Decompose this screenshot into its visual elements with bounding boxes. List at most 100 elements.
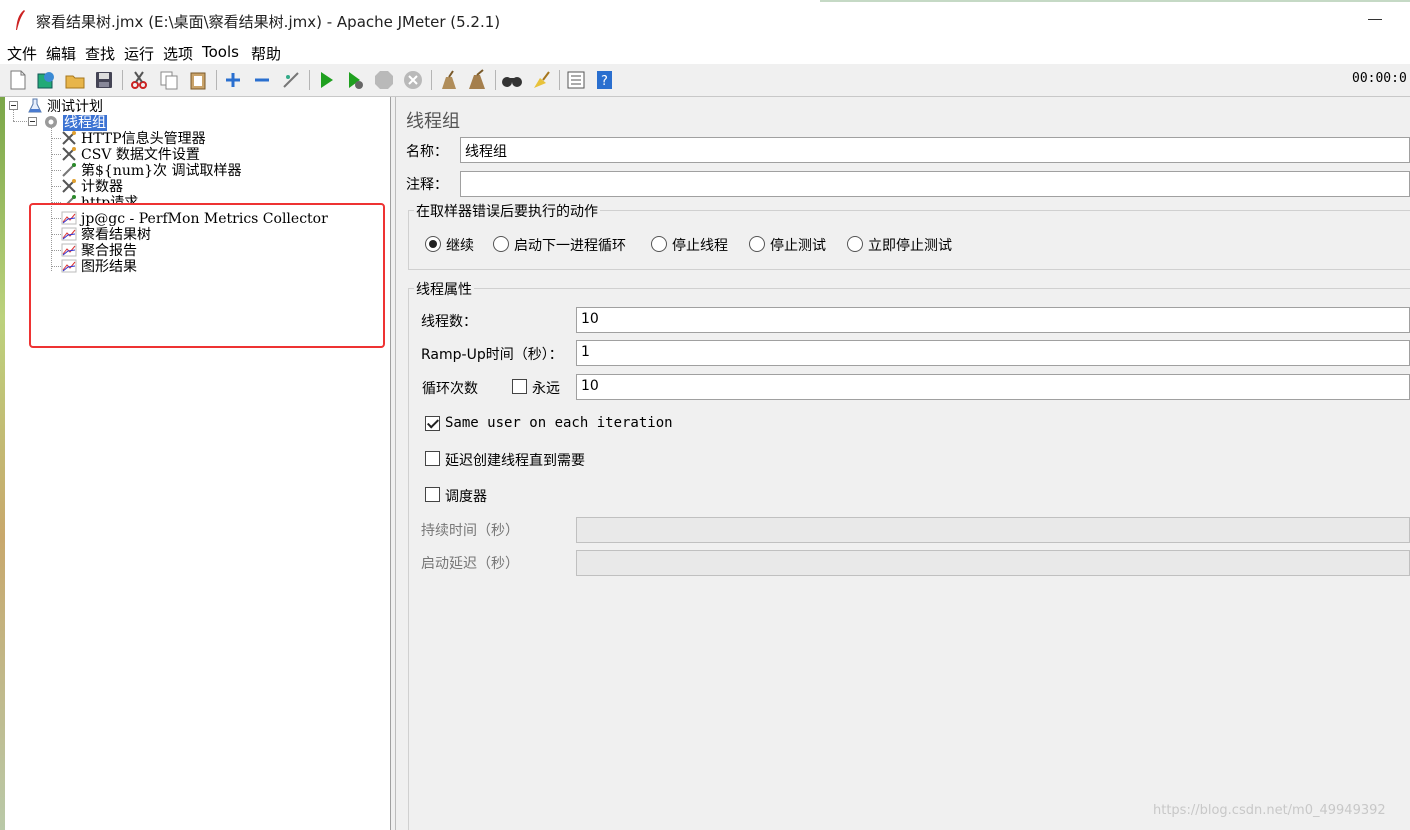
tree-node-thread-group[interactable]: 线程组 — [43, 114, 107, 131]
clear-all-icon[interactable] — [466, 69, 488, 91]
comment-label: 注释： — [406, 177, 448, 193]
gear-icon — [43, 114, 59, 130]
thread-properties-title: 线程属性 — [414, 279, 474, 299]
radio-stop-test[interactable] — [749, 236, 765, 252]
duration-label: 持续时间（秒） — [421, 523, 519, 539]
broom-icon[interactable] — [530, 69, 552, 91]
tree-node-test-plan[interactable]: 测试计划 — [27, 98, 103, 115]
radio-start-next-loop-label: 启动下一进程循环 — [514, 238, 626, 254]
menu-options[interactable]: 选项 — [163, 43, 193, 64]
collapse-root-toggle[interactable] — [9, 101, 18, 110]
menu-search[interactable]: 查找 — [85, 43, 115, 64]
same-user-checkbox[interactable] — [425, 416, 440, 431]
pipette-icon — [61, 162, 77, 178]
sampler-error-title: 在取样器错误后要执行的动作 — [414, 201, 600, 221]
title-bar: 察看结果树.jmx (E:\桌面\察看结果树.jmx) - Apache JMe… — [0, 0, 1410, 40]
toolbar-separator — [431, 70, 432, 90]
loop-count-label: 循环次数 — [422, 381, 478, 397]
radio-stop-thread-label: 停止线程 — [672, 238, 728, 254]
tree-connector — [51, 138, 61, 139]
tree-node-label: 线程组 — [63, 115, 107, 131]
tree-node-debug-sampler[interactable]: 第${num}次 调试取样器 — [61, 162, 241, 179]
flask-icon — [27, 98, 43, 114]
tree-connector — [13, 109, 14, 121]
menu-bar: 文件 编辑 查找 运行 选项 Tools 帮助 — [0, 40, 1410, 64]
templates-icon[interactable] — [35, 69, 57, 91]
toolbar: ? 00:00:0 — [0, 64, 1410, 97]
start-no-pause-icon[interactable] — [344, 69, 366, 91]
collapse-thread-group-toggle[interactable] — [28, 117, 37, 126]
highlight-annotation-box — [29, 203, 385, 348]
remove-icon[interactable] — [251, 69, 273, 91]
scheduler-checkbox[interactable] — [425, 487, 440, 502]
tree-node-label: 测试计划 — [47, 99, 103, 115]
radio-stop-thread[interactable] — [651, 236, 667, 252]
wrench-icon — [61, 130, 77, 146]
toolbar-separator — [216, 70, 217, 90]
radio-stop-test-now-label: 立即停止测试 — [868, 238, 952, 254]
open-folder-icon[interactable] — [64, 69, 86, 91]
threads-field[interactable]: 10 — [576, 307, 1410, 333]
minimize-button[interactable] — [1368, 19, 1382, 20]
elapsed-timer: 00:00:0 — [1352, 71, 1407, 86]
background-strip — [820, 0, 1410, 2]
radio-continue-label: 继续 — [446, 238, 474, 254]
comment-field[interactable] — [460, 171, 1410, 197]
duration-field — [576, 517, 1410, 543]
wrench-icon — [61, 178, 77, 194]
clear-icon[interactable] — [437, 69, 459, 91]
tree-node-label: HTTP信息头管理器 — [81, 131, 206, 147]
toolbar-separator — [122, 70, 123, 90]
help-icon[interactable]: ? — [594, 69, 616, 91]
rampup-field[interactable]: 1 — [576, 340, 1410, 366]
copy-icon[interactable] — [158, 69, 180, 91]
tree-node-counter[interactable]: 计数器 — [61, 178, 123, 195]
binoculars-icon[interactable] — [501, 69, 523, 91]
rampup-label: Ramp-Up时间（秒）： — [421, 347, 563, 363]
window-title: 察看结果树.jmx (E:\桌面\察看结果树.jmx) - Apache JMe… — [36, 13, 501, 31]
threads-label: 线程数： — [421, 314, 477, 330]
watermark-text: https://blog.csdn.net/m0_49949392 — [1153, 803, 1386, 818]
menu-file[interactable]: 文件 — [7, 43, 37, 64]
forever-label: 永远 — [532, 381, 560, 397]
tree-connector — [51, 186, 61, 187]
new-file-icon[interactable] — [7, 69, 29, 91]
menu-edit[interactable]: 编辑 — [46, 43, 76, 64]
name-label: 名称： — [406, 144, 448, 160]
stop-icon[interactable] — [373, 69, 395, 91]
delay-thread-creation-checkbox[interactable] — [425, 451, 440, 466]
menu-run[interactable]: 运行 — [124, 43, 154, 64]
tree-node-csv-data-set[interactable]: CSV 数据文件设置 — [61, 146, 200, 163]
radio-start-next-loop[interactable] — [493, 236, 509, 252]
menu-help[interactable]: 帮助 — [251, 43, 281, 64]
svg-text:?: ? — [601, 74, 608, 89]
radio-continue[interactable] — [425, 236, 441, 252]
forever-checkbox[interactable] — [512, 379, 527, 394]
name-field[interactable]: 线程组 — [460, 137, 1410, 163]
toolbar-separator — [495, 70, 496, 90]
startup-delay-label: 启动延迟（秒） — [421, 556, 519, 572]
add-icon[interactable] — [222, 69, 244, 91]
menu-tools[interactable]: Tools — [202, 43, 239, 61]
same-user-label: Same user on each iteration — [445, 415, 673, 431]
scheduler-label: 调度器 — [445, 489, 487, 505]
shutdown-icon[interactable] — [402, 69, 424, 91]
tree-node-http-header-manager[interactable]: HTTP信息头管理器 — [61, 130, 206, 147]
start-icon[interactable] — [315, 69, 337, 91]
toolbar-separator — [309, 70, 310, 90]
tree-node-label: 第${num}次 调试取样器 — [81, 163, 242, 179]
radio-stop-test-label: 停止测试 — [770, 238, 826, 254]
cut-icon[interactable] — [128, 69, 150, 91]
startup-delay-field — [576, 550, 1410, 576]
radio-stop-test-now[interactable] — [847, 236, 863, 252]
loop-count-field[interactable]: 10 — [576, 374, 1410, 400]
function-list-icon[interactable] — [565, 69, 587, 91]
jmeter-feather-icon — [14, 9, 26, 31]
paste-icon[interactable] — [187, 69, 209, 91]
save-icon[interactable] — [93, 69, 115, 91]
toggle-icon[interactable] — [280, 69, 302, 91]
delay-thread-creation-label: 延迟创建线程直到需要 — [445, 453, 585, 469]
toolbar-separator — [559, 70, 560, 90]
panel-title: 线程组 — [406, 111, 460, 132]
split-pane-divider[interactable] — [391, 97, 396, 830]
